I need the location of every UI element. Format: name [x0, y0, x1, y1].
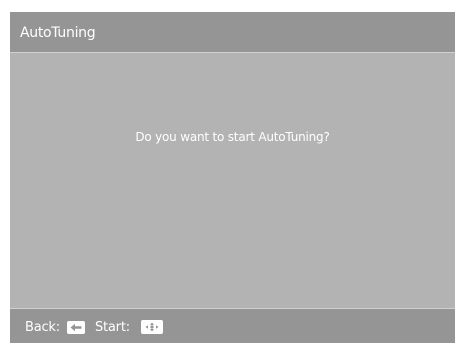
- dialog-title: AutoTuning: [20, 25, 96, 41]
- confirm-message: Do you want to start AutoTuning?: [135, 130, 330, 144]
- autotuning-dialog: AutoTuning Do you want to start AutoTuni…: [10, 12, 455, 343]
- dialog-header: AutoTuning: [10, 12, 455, 53]
- ok-center-icon[interactable]: [140, 320, 163, 334]
- start-label: Start:: [94, 319, 130, 335]
- dialog-footer: Back: Start:: [10, 308, 455, 343]
- back-label: Back:: [25, 319, 60, 335]
- back-arrow-icon[interactable]: [66, 320, 85, 334]
- key-hints: Back: Start:: [25, 318, 163, 336]
- dialog-body: Do you want to start AutoTuning?: [10, 53, 455, 308]
